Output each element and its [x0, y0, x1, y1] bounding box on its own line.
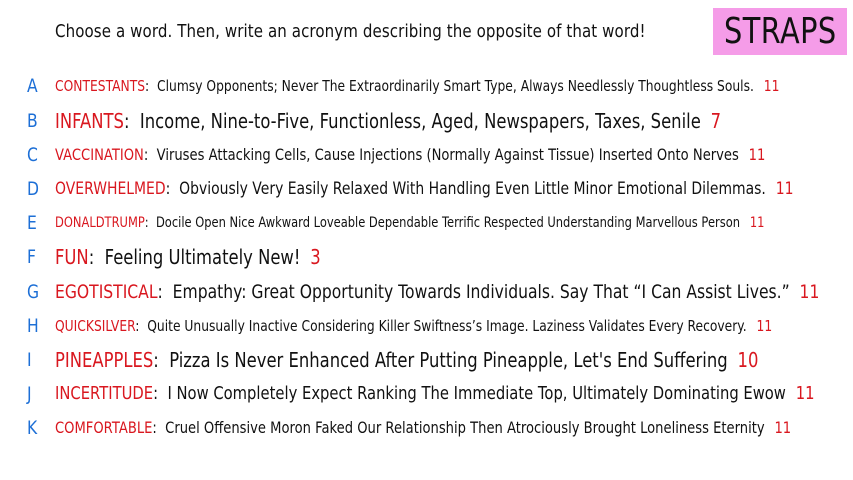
colon-separator: :: [165, 179, 180, 199]
letter-count: 11: [763, 77, 780, 95]
row-letter: D: [27, 178, 40, 200]
word: EGOTISTICAL: [55, 281, 158, 303]
row-content: CONTESTANTS: Clumsy Opponents; Never The…: [55, 72, 779, 100]
letter-count: 11: [795, 383, 815, 404]
letter-count: 3: [310, 245, 321, 269]
row-letter: A: [27, 75, 38, 97]
colon-separator: :: [153, 348, 170, 372]
word: COMFORTABLE: [55, 418, 153, 437]
colon-separator: :: [144, 215, 156, 231]
letter-count: 11: [775, 179, 794, 199]
row-letter: G: [27, 281, 40, 303]
row-content: DONALDTRUMP: Docile Open Nice Awkward Lo…: [55, 209, 764, 237]
acronym: Obviously Very Easily Relaxed With Handl…: [179, 179, 766, 199]
word: DONALDTRUMP: [55, 215, 145, 231]
list-item: B INFANTS: Income, Nine-to-Five, Functio…: [0, 107, 853, 135]
list-item: D OVERWHELMED: Obviously Very Easily Rel…: [0, 175, 853, 203]
list-item: G EGOTISTICAL: Empathy: Great Opportunit…: [0, 278, 853, 306]
list-item: H QUICKSILVER: Quite Unusually Inactive …: [0, 312, 853, 340]
acronym: Docile Open Nice Awkward Loveable Depend…: [155, 215, 741, 231]
row-content: VACCINATION: Viruses Attacking Cells, Ca…: [55, 141, 765, 169]
row-letter: J: [27, 383, 32, 405]
acronym: Income, Nine-to-Five, Functionless, Aged…: [139, 109, 701, 133]
straps-badge: STRAPS: [713, 8, 847, 55]
row-content: PINEAPPLES: Pizza Is Never Enhanced Afte…: [55, 346, 758, 374]
list-item: J INCERTITUDE: I Now Completely Expect R…: [0, 380, 853, 408]
badge-label: STRAPS: [723, 11, 837, 52]
colon-separator: :: [135, 317, 148, 335]
row-content: OVERWHELMED: Obviously Very Easily Relax…: [55, 175, 793, 203]
colon-separator: :: [143, 145, 157, 164]
row-letter: K: [27, 417, 38, 439]
letter-count: 7: [710, 109, 722, 133]
letter-count: 11: [799, 281, 820, 303]
row-letter: B: [27, 110, 38, 132]
list-item: C VACCINATION: Viruses Attacking Cells, …: [0, 141, 853, 169]
row-content: FUN: Feeling Ultimately New! 3: [55, 243, 321, 271]
acronym: Pizza Is Never Enhanced After Putting Pi…: [169, 348, 728, 372]
acronym: Clumsy Opponents; Never The Extraordinar…: [157, 77, 754, 95]
list-item: E DONALDTRUMP: Docile Open Nice Awkward …: [0, 209, 853, 237]
list-item: A CONTESTANTS: Clumsy Opponents; Never T…: [0, 72, 853, 100]
acronym: Empathy: Great Opportunity Towards Indiv…: [172, 281, 790, 303]
row-letter: H: [27, 315, 39, 337]
row-letter: E: [27, 212, 37, 234]
acronym: I Now Completely Expect Ranking The Imme…: [167, 383, 786, 404]
instruction-text: Choose a word. Then, write an acronym de…: [55, 22, 646, 42]
colon-separator: :: [145, 77, 158, 95]
colon-separator: :: [153, 383, 168, 404]
row-letter: I: [27, 349, 32, 371]
list-item: I PINEAPPLES: Pizza Is Never Enhanced Af…: [0, 346, 853, 374]
word: PINEAPPLES: [55, 348, 154, 372]
row-content: INCERTITUDE: I Now Completely Expect Ran…: [55, 380, 815, 408]
colon-separator: :: [157, 281, 173, 303]
letter-count: 10: [737, 348, 759, 372]
list-item: K COMFORTABLE: Cruel Offensive Moron Fak…: [0, 414, 853, 442]
word: VACCINATION: [55, 145, 144, 164]
colon-separator: :: [152, 418, 166, 437]
letter-count: 11: [774, 418, 792, 437]
acronym: Feeling Ultimately New!: [104, 245, 301, 269]
word: INCERTITUDE: [55, 383, 154, 404]
colon-separator: :: [88, 245, 105, 269]
colon-separator: :: [123, 109, 140, 133]
word: QUICKSILVER: [55, 317, 136, 335]
acronym: Quite Unusually Inactive Considering Kil…: [147, 317, 747, 335]
row-content: COMFORTABLE: Cruel Offensive Moron Faked…: [55, 414, 791, 442]
letter-count: 11: [748, 145, 766, 164]
word: INFANTS: [55, 109, 124, 133]
acronym: Cruel Offensive Moron Faked Our Relation…: [165, 418, 765, 437]
acronym: Viruses Attacking Cells, Cause Injection…: [156, 145, 739, 164]
list-item: F FUN: Feeling Ultimately New! 3: [0, 243, 853, 271]
letter-count: 11: [749, 215, 765, 231]
row-content: QUICKSILVER: Quite Unusually Inactive Co…: [55, 312, 772, 340]
word: FUN: [55, 245, 89, 269]
word: CONTESTANTS: [55, 77, 146, 95]
letter-count: 11: [756, 317, 773, 335]
row-letter: F: [27, 246, 36, 268]
row-content: EGOTISTICAL: Empathy: Great Opportunity …: [55, 278, 819, 306]
word: OVERWHELMED: [55, 179, 166, 199]
row-content: INFANTS: Income, Nine-to-Five, Functionl…: [55, 107, 721, 135]
row-letter: C: [27, 144, 38, 166]
